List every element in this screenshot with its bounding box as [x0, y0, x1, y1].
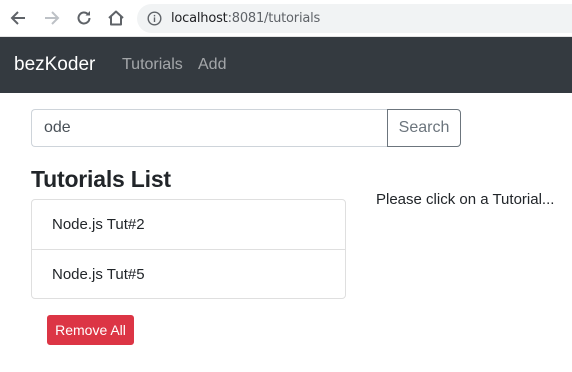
remove-all-button[interactable]: Remove All [47, 315, 134, 345]
list-item[interactable]: Node.js Tut#2 [32, 200, 345, 249]
forward-button[interactable] [40, 6, 64, 30]
url-text[interactable]: localhost:8081/tutorials [171, 10, 320, 27]
reload-icon [77, 11, 91, 25]
forward-icon [45, 11, 60, 25]
list-item[interactable]: Node.js Tut#5 [32, 249, 345, 298]
home-button[interactable] [104, 6, 128, 30]
reload-button[interactable] [72, 6, 96, 30]
back-button[interactable] [6, 6, 30, 30]
list-title: Tutorials List [31, 166, 171, 192]
browser-toolbar: localhost:8081/tutorials [0, 0, 572, 37]
back-icon [10, 11, 25, 25]
home-icon [108, 10, 124, 26]
url-path: :8081/tutorials [227, 11, 321, 26]
search-button[interactable]: Search [387, 109, 461, 147]
brand-link[interactable]: bezKoder [14, 54, 95, 76]
nav-link-tutorials[interactable]: Tutorials [122, 56, 183, 74]
search-input[interactable] [31, 109, 389, 147]
url-host: localhost [171, 11, 228, 26]
detail-hint: Please click on a Tutorial... [376, 191, 555, 208]
info-icon[interactable] [147, 11, 162, 26]
address-bar[interactable]: localhost:8081/tutorials [137, 4, 572, 33]
tutorials-list: Node.js Tut#2 Node.js Tut#5 [31, 199, 346, 299]
app-navbar: bezKoder Tutorials Add [0, 37, 572, 93]
nav-link-add[interactable]: Add [198, 56, 226, 74]
